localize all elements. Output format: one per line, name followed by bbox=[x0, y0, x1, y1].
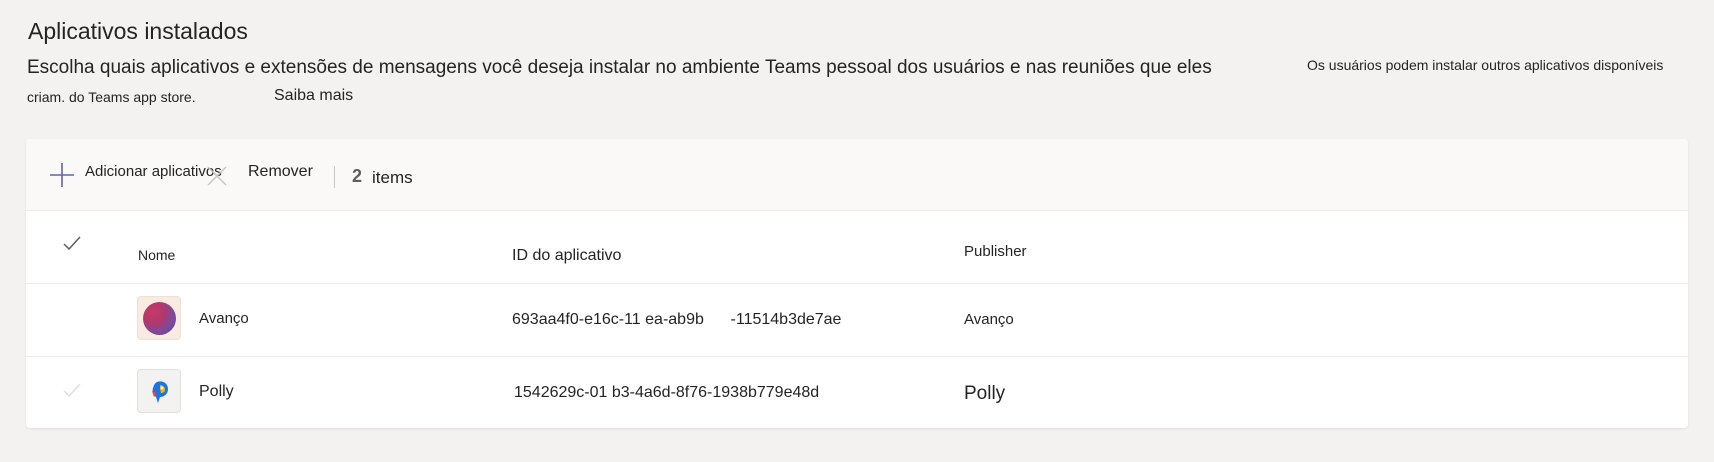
item-count: 2 bbox=[352, 166, 363, 186]
column-header-app-id[interactable]: ID do aplicativo bbox=[512, 247, 621, 265]
side-note: Os usuários podem instalar outros aplica… bbox=[1307, 57, 1664, 73]
polly-app-icon bbox=[137, 369, 181, 413]
table-row[interactable]: Avanço 693aa4f0-e16c-11 ea-ab9b -11514b3… bbox=[26, 284, 1688, 357]
select-all-checkbox[interactable] bbox=[62, 234, 82, 254]
installed-apps-card: Adicionar aplicativos Remover 2 items No… bbox=[26, 139, 1688, 428]
column-header-publisher[interactable]: Publisher bbox=[964, 243, 1027, 260]
app-id: 693aa4f0-e16c-11 ea-ab9b -11514b3de7ae bbox=[512, 311, 842, 328]
app-id: 1542629c-01 b3-4a6d-8f76-1938b779e48d bbox=[514, 384, 820, 401]
table-row[interactable]: Polly 1542629c-01 b3-4a6d-8f76-1938b779e… bbox=[26, 357, 1688, 428]
page-title: Aplicativos instalados bbox=[28, 18, 248, 44]
table-header: Nome ID do aplicativo Publisher bbox=[26, 210, 1688, 284]
column-header-name[interactable]: Nome bbox=[138, 247, 175, 263]
add-icon[interactable] bbox=[48, 161, 76, 189]
page-description: Escolha quais aplicativos e extensões de… bbox=[27, 57, 1212, 78]
app-name: Avanço bbox=[199, 310, 249, 327]
app-publisher: Polly bbox=[964, 383, 1006, 404]
row-checkbox[interactable] bbox=[62, 381, 82, 401]
remove-button[interactable]: Remover bbox=[248, 163, 313, 181]
close-icon[interactable] bbox=[206, 165, 228, 187]
add-apps-button[interactable]: Adicionar aplicativos bbox=[85, 163, 222, 180]
toolbar: Adicionar aplicativos Remover 2 items bbox=[26, 139, 1688, 211]
avanco-app-icon bbox=[137, 296, 181, 340]
page-description-continued: criam. do Teams app store. bbox=[27, 89, 196, 105]
toolbar-divider bbox=[334, 166, 335, 188]
learn-more-link[interactable]: Saiba mais bbox=[274, 87, 353, 105]
item-count-label: items bbox=[372, 168, 413, 187]
row-checkbox[interactable] bbox=[62, 308, 82, 328]
app-publisher: Avanço bbox=[964, 311, 1014, 328]
app-name: Polly bbox=[199, 383, 234, 400]
